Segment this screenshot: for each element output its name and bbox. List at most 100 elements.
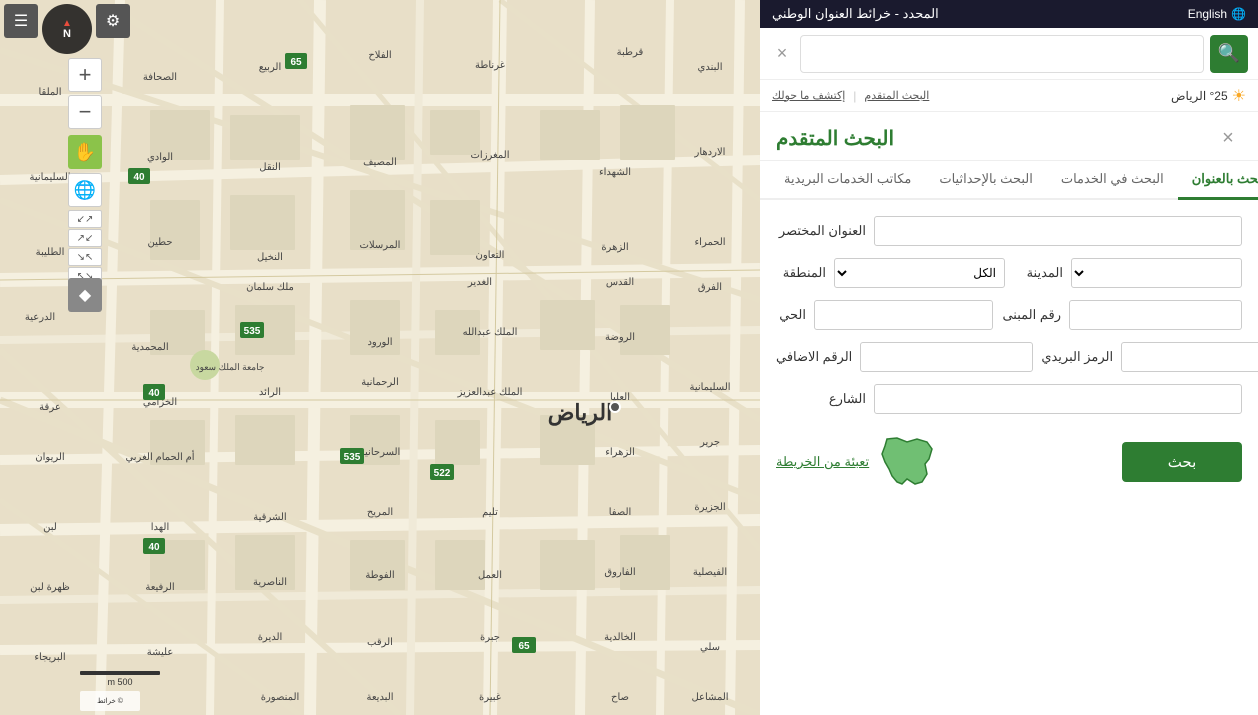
additional-num-input[interactable] (860, 342, 1033, 372)
search-input[interactable] (800, 35, 1204, 73)
svg-text:الفيصلية: الفيصلية (693, 567, 727, 578)
svg-text:جبرة: جبرة (480, 632, 500, 643)
svg-text:522: 522 (434, 468, 451, 479)
svg-text:المغرزات: المغرزات (471, 150, 510, 161)
svg-text:535: 535 (244, 326, 261, 337)
svg-text:الديرة: الديرة (258, 632, 283, 643)
tab-postal-offices[interactable]: مكاتب الخدمات البريدية (770, 161, 925, 200)
map-container[interactable]: الرياض الملقا الصحافة الربيع الفلاح غرنا… (0, 0, 760, 715)
svg-text:الوادي: الوادي (147, 152, 173, 163)
svg-text:الفرق: الفرق (698, 282, 722, 293)
bottom-row: بحث تعبئة من الخريطة (776, 426, 1242, 489)
expand-btn-2[interactable]: ↙↗ (68, 229, 102, 247)
weather-text: °25 الرياض (1171, 89, 1228, 103)
street-input[interactable] (874, 384, 1242, 414)
svg-text:40: 40 (148, 388, 160, 399)
svg-text:المرسلات: المرسلات (360, 240, 401, 251)
svg-text:السليمانية: السليمانية (689, 382, 730, 393)
svg-text:المريح: المريح (367, 507, 393, 518)
settings-button[interactable]: ⚙ (96, 4, 130, 38)
svg-text:الملقا: الملقا (38, 87, 61, 98)
address-short-label: العنوان المختصر (776, 223, 866, 239)
expand-btn-3[interactable]: ↖↘ (68, 248, 102, 266)
svg-text:الملك عبدالعزيز: الملك عبدالعزيز (457, 387, 523, 398)
svg-text:جامعة الملك سعود: جامعة الملك سعود (196, 362, 265, 373)
svg-text:الهدا: الهدا (151, 522, 169, 533)
language-label: English (1188, 7, 1227, 21)
svg-text:65: 65 (290, 57, 302, 68)
svg-text:غبيرة: غبيرة (479, 692, 501, 703)
tabs-row: البحث بالعنوان البحث في الخدمات البحث با… (760, 161, 1258, 200)
zoom-in-button[interactable]: + (68, 58, 102, 92)
svg-text:غرناطة: غرناطة (475, 60, 505, 71)
language-selector[interactable]: 🌐 English (1188, 7, 1246, 21)
advanced-search-close[interactable]: × (1214, 124, 1242, 152)
address-short-input[interactable] (874, 216, 1242, 246)
svg-text:65: 65 (518, 641, 530, 652)
tab-search-in-services[interactable]: البحث في الخدمات (1047, 161, 1178, 200)
search-submit-button[interactable]: بحث (1122, 442, 1242, 482)
svg-text:الزهراء: الزهراء (605, 447, 635, 458)
compass-button[interactable]: ▲ N (42, 4, 92, 54)
svg-text:سلي: سلي (700, 642, 720, 653)
postal-code-label: الرمز البريدي (1041, 349, 1113, 365)
svg-text:الصحافة: الصحافة (143, 72, 177, 83)
svg-text:الرياض: الرياض (548, 400, 612, 426)
svg-text:التعاون: التعاون (476, 250, 505, 261)
svg-text:الحمراء: الحمراء (694, 237, 725, 248)
svg-text:الملك عبدالله: الملك عبدالله (463, 327, 518, 338)
postal-code-input[interactable] (1121, 342, 1258, 372)
globe-button[interactable]: 🌐 (68, 173, 102, 207)
info-bar: ☀ °25 الرياض البحث المتقدم | إكتشف ما حو… (760, 80, 1258, 112)
svg-text:البديعة: البديعة (366, 692, 393, 703)
region-select[interactable]: الكل (834, 258, 1005, 288)
svg-text:البريجاء: البريجاء (34, 652, 65, 663)
tab-search-by-coordinates[interactable]: البحث بالإحداثيات (925, 161, 1046, 200)
svg-text:الناصرية: الناصرية (253, 577, 287, 588)
svg-text:الاردهار: الاردهار (694, 147, 726, 158)
svg-text:الورود: الورود (367, 337, 392, 348)
svg-text:تليم: تليم (482, 507, 498, 518)
map-fill-area: تعبئة من الخريطة (776, 434, 937, 489)
svg-text:المصيف: المصيف (363, 157, 397, 168)
advanced-search-title: البحث المتقدم (776, 126, 894, 151)
svg-text:535: 535 (344, 452, 361, 463)
svg-text:الدرعية: الدرعية (25, 312, 55, 323)
svg-text:الرفيعة: الرفيعة (145, 582, 174, 593)
weather-info: ☀ °25 الرياض (1171, 86, 1246, 106)
globe-icon: 🌐 (1231, 7, 1246, 21)
weather-icon: ☀ (1232, 86, 1246, 106)
svg-text:ملك سلمان: ملك سلمان (246, 282, 294, 293)
search-clear-button[interactable]: × (770, 42, 794, 66)
expand-btn-1[interactable]: ↗↙ (68, 210, 102, 228)
building-num-input[interactable] (1069, 300, 1242, 330)
svg-text:صاح: صاح (611, 692, 629, 703)
city-select[interactable] (1071, 258, 1242, 288)
diamond-button[interactable]: ◆ (68, 278, 102, 312)
region-label: المنطقة (776, 265, 826, 281)
svg-text:عليشة: عليشة (147, 647, 174, 658)
scalebar: 500 m (80, 671, 160, 687)
map-fill-label[interactable]: تعبئة من الخريطة (776, 454, 869, 470)
hand-tool-button[interactable]: ✋ (68, 135, 102, 169)
explore-link[interactable]: إكتشف ما حولك (772, 89, 845, 103)
search-button[interactable]: 🔍 (1210, 35, 1248, 73)
advanced-search-link[interactable]: البحث المتقدم (864, 89, 929, 103)
svg-text:النقل: النقل (259, 162, 280, 173)
zoom-out-button[interactable]: − (68, 95, 102, 129)
svg-text:لبن: لبن (43, 522, 57, 533)
svg-text:الرحمانية: الرحمانية (361, 377, 399, 388)
street-label: الشارع (776, 391, 866, 407)
district-input[interactable] (814, 300, 993, 330)
svg-text:الفاروق: الفاروق (604, 567, 635, 578)
advanced-search-header: × البحث المتقدم (760, 112, 1258, 161)
tab-search-by-address[interactable]: البحث بالعنوان (1178, 161, 1258, 200)
city-label: المدينة (1013, 265, 1063, 281)
attribution: © خرائط (80, 691, 140, 711)
svg-text:الروضة: الروضة (605, 332, 635, 343)
menu-button[interactable]: ☰ (4, 4, 38, 38)
svg-text:السرحانية: السرحانية (360, 447, 401, 458)
region-city-row: المدينة الكل المنطقة (776, 258, 1242, 288)
map-fill-icon (877, 434, 937, 489)
svg-text:أم الحمام الغربي: أم الحمام الغربي (125, 450, 194, 463)
